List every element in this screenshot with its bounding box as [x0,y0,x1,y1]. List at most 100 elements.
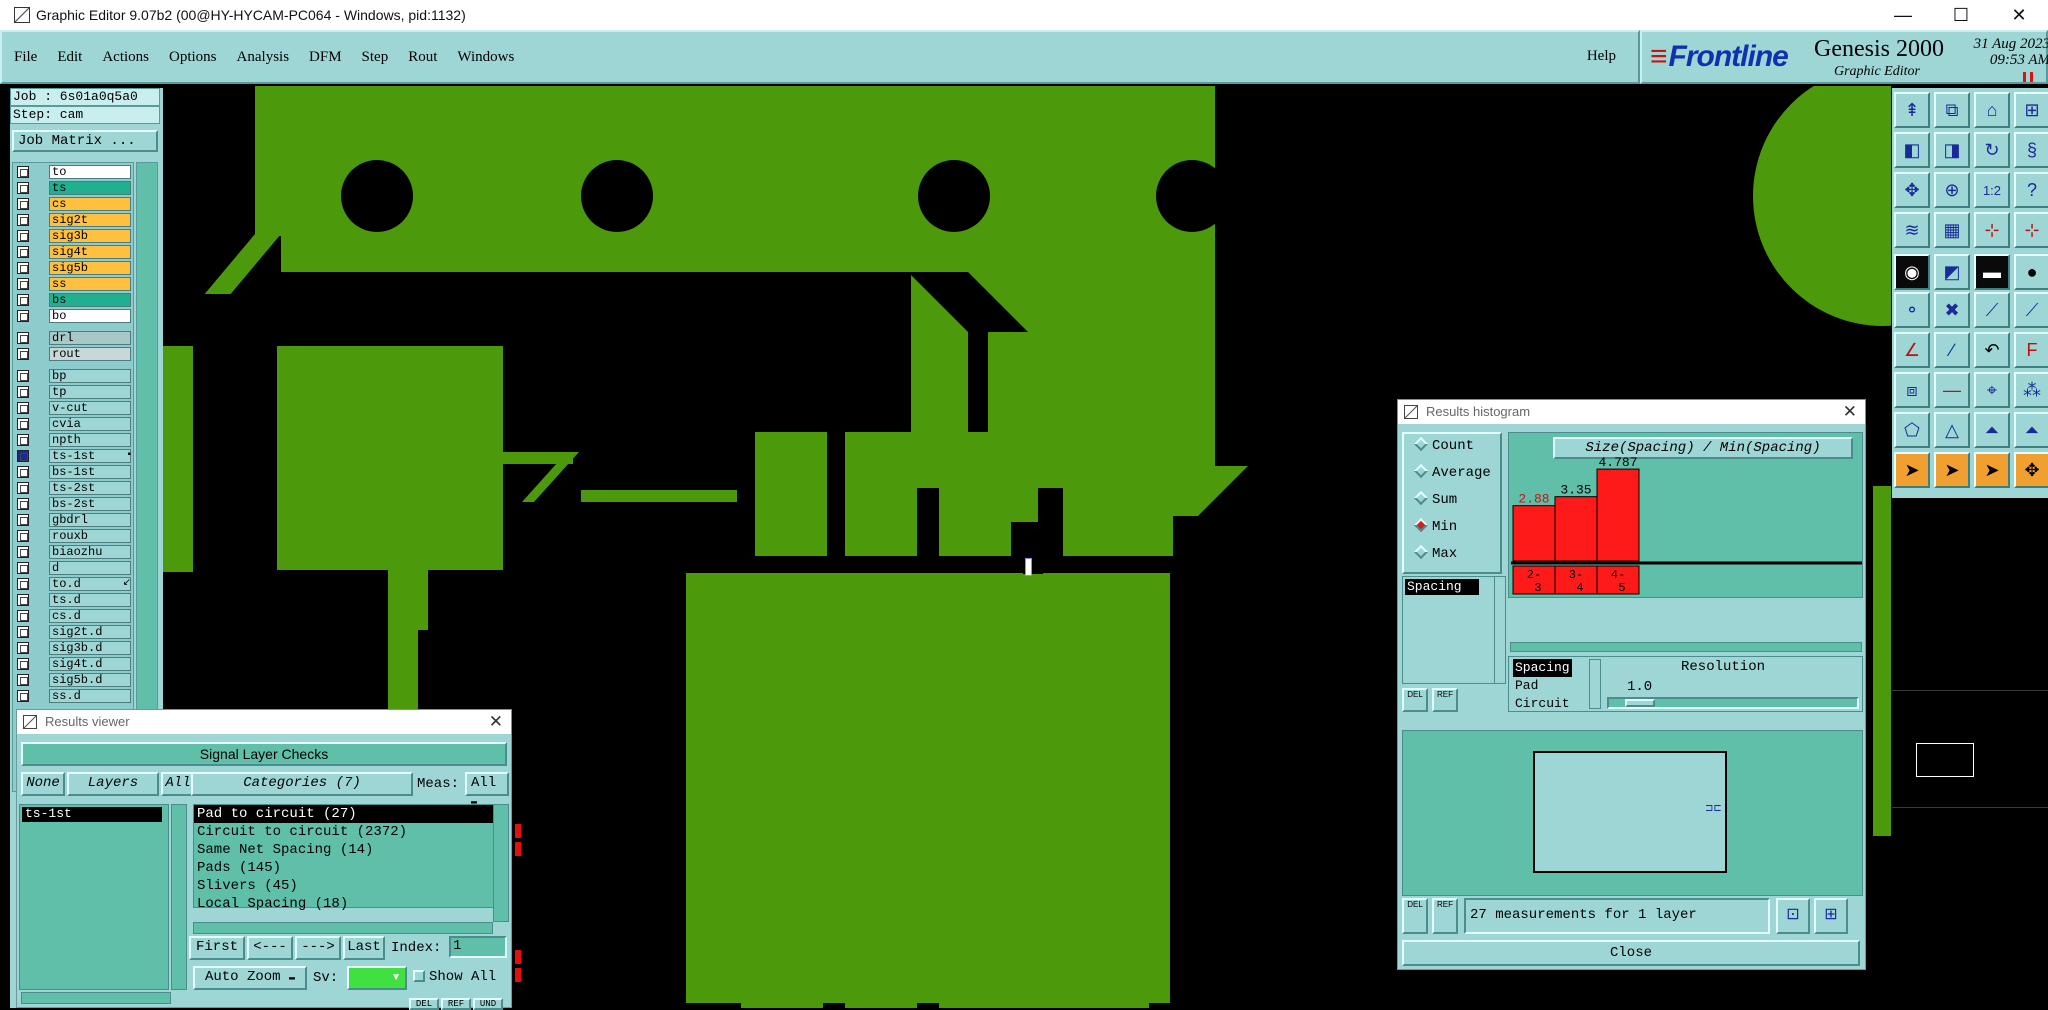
layer-name[interactable]: cvia [49,417,131,431]
layer-row[interactable]: bs-2st [15,497,133,511]
category-item[interactable]: Local Spacing (18) [194,895,498,913]
histogram-bar[interactable] [1512,505,1556,562]
tool-script-icon[interactable]: § [2014,132,2048,168]
layer-checkbox[interactable] [17,482,29,494]
tool-pads-icon[interactable]: ⧈ [1894,372,1930,408]
radio-count[interactable]: Count [1413,436,1474,454]
layer-list-scrollbar[interactable] [171,804,187,990]
layer-name[interactable]: rout [49,347,131,361]
layer-row[interactable]: npth [15,433,133,447]
del-button[interactable]: DEL [409,998,439,1010]
tool-move-icon[interactable]: ✥ [2014,452,2048,488]
overview-minimap[interactable] [1892,690,2048,808]
tool-tri3-icon[interactable]: ⏶ [2014,412,2048,448]
all-button[interactable]: All [161,772,195,796]
tool-cross-icon[interactable]: ✖ [1934,292,1970,328]
layer-row[interactable]: bs [15,293,133,307]
tool-back-icon[interactable]: ◧ [1894,132,1930,168]
layer-checkbox[interactable] [17,642,29,654]
tool-text-icon[interactable]: F [2014,332,2048,368]
minimap-viewport[interactable] [1916,743,1974,777]
radio-max[interactable]: Max [1413,544,1457,562]
layer-row[interactable]: biaozhu [15,545,133,559]
sv-color-dropdown[interactable]: ▼ [347,966,407,990]
tool-pad-icon[interactable]: ● [2014,254,2048,290]
layer-checkbox[interactable] [17,610,29,622]
layer-name[interactable]: npth [49,433,131,447]
tool-tri-icon[interactable]: △ [1934,412,1970,448]
tool-net-icon[interactable]: ⚬ [1894,292,1930,328]
layer-name[interactable]: bs-1st [49,465,131,479]
layer-checkbox[interactable] [17,514,29,526]
layer-name[interactable]: drl [49,331,131,345]
layer-name[interactable]: ss [49,277,131,291]
layer-row[interactable]: bp [15,369,133,383]
menu-edit[interactable]: Edit [57,49,82,66]
tool-snap2-icon[interactable]: ⊹ [2014,212,2048,248]
layer-name[interactable]: cs [49,197,131,211]
tool-grid-icon[interactable]: ▦ [1934,212,1970,248]
menu-file[interactable]: File [14,49,37,66]
menu-windows[interactable]: Windows [457,49,514,66]
tool-one-to-two-icon[interactable]: 1:2 [1974,172,2010,208]
measure-list-scrollbar[interactable] [1494,576,1506,684]
layer-name[interactable]: ts.d [49,593,131,607]
tool-select-icon[interactable]: ➤ [1894,452,1930,488]
layer-checkbox[interactable] [17,594,29,606]
prev-button[interactable]: <--- [247,936,293,960]
close-icon[interactable]: ✕ [489,710,503,734]
layer-name[interactable]: ts [49,181,131,195]
layer-checkbox[interactable] [17,418,29,430]
layer-checkbox[interactable] [17,690,29,702]
categories-scrollbar[interactable] [493,804,509,922]
layer-name[interactable]: to [49,165,131,179]
layer-checkbox[interactable] [17,166,29,178]
preview-window[interactable]: ⊐⊏ [1533,751,1727,873]
layer-row[interactable]: drl [15,331,133,345]
layer-checkbox[interactable] [17,278,29,290]
chart-hscrollbar[interactable] [1510,642,1862,652]
layer-name[interactable]: sig4t [49,245,131,259]
tool-window-icon[interactable]: ⊞ [2014,92,2048,128]
tool-ruler-icon[interactable]: ▬ [1974,254,2010,290]
layer-name[interactable]: cs.d [49,609,131,623]
layer-name[interactable]: ss.d [49,689,131,703]
tool-help-icon[interactable]: ? [2014,172,2048,208]
layer-row[interactable]: sig4t.d [15,657,133,671]
del-button[interactable]: DEL [1402,688,1428,712]
layer-checkbox[interactable] [17,246,29,258]
results-layer-list[interactable]: ts-1st [19,804,169,990]
tool-line2-icon[interactable]: ⟋ [2014,292,2048,328]
tool-select-sub-icon[interactable]: ➤ [1974,452,2010,488]
index-input[interactable]: 1 [449,936,507,958]
layer-checkbox[interactable] [17,386,29,398]
tool-arc-icon[interactable]: ↶ [1974,332,2010,368]
tool-angle-icon[interactable]: ∠ [1894,332,1930,368]
layer-row[interactable]: ss [15,277,133,291]
layer-name[interactable]: gbdrl [49,513,131,527]
last-button[interactable]: Last [343,936,385,960]
none-button[interactable]: None [21,772,65,796]
chart-measure-list[interactable]: Spacing Pad Circuit [1513,659,1572,713]
layer-row[interactable]: sig2t.d [15,625,133,639]
menu-step[interactable]: Step [362,49,389,66]
layer-row[interactable]: v-cut [15,401,133,415]
radio-min[interactable]: Min [1413,517,1457,535]
list-item-pad[interactable]: Pad [1513,677,1572,695]
histogram-bar[interactable] [1596,468,1640,562]
list-item-circuit[interactable]: Circuit [1513,695,1572,713]
measure-list[interactable]: Spacing [1402,576,1496,684]
category-item[interactable]: Slivers (45) [194,877,498,895]
list-item-spacing[interactable]: Spacing [1513,659,1572,677]
tool-line-icon[interactable]: ⟋ [1974,292,2010,328]
resolution-slider[interactable] [1607,697,1859,709]
category-item[interactable]: Same Net Spacing (14) [194,841,498,859]
layer-checkbox[interactable] [17,466,29,478]
tool-dash-icon[interactable]: — [1934,372,1970,408]
layer-name[interactable]: sig5b [49,261,131,275]
layer-row[interactable]: sig3b.d [15,641,133,655]
layer-checkbox[interactable] [17,658,29,670]
layer-checkbox[interactable] [17,674,29,686]
resolution-slider-thumb[interactable] [1625,699,1655,707]
layer-row[interactable]: bo [15,309,133,323]
